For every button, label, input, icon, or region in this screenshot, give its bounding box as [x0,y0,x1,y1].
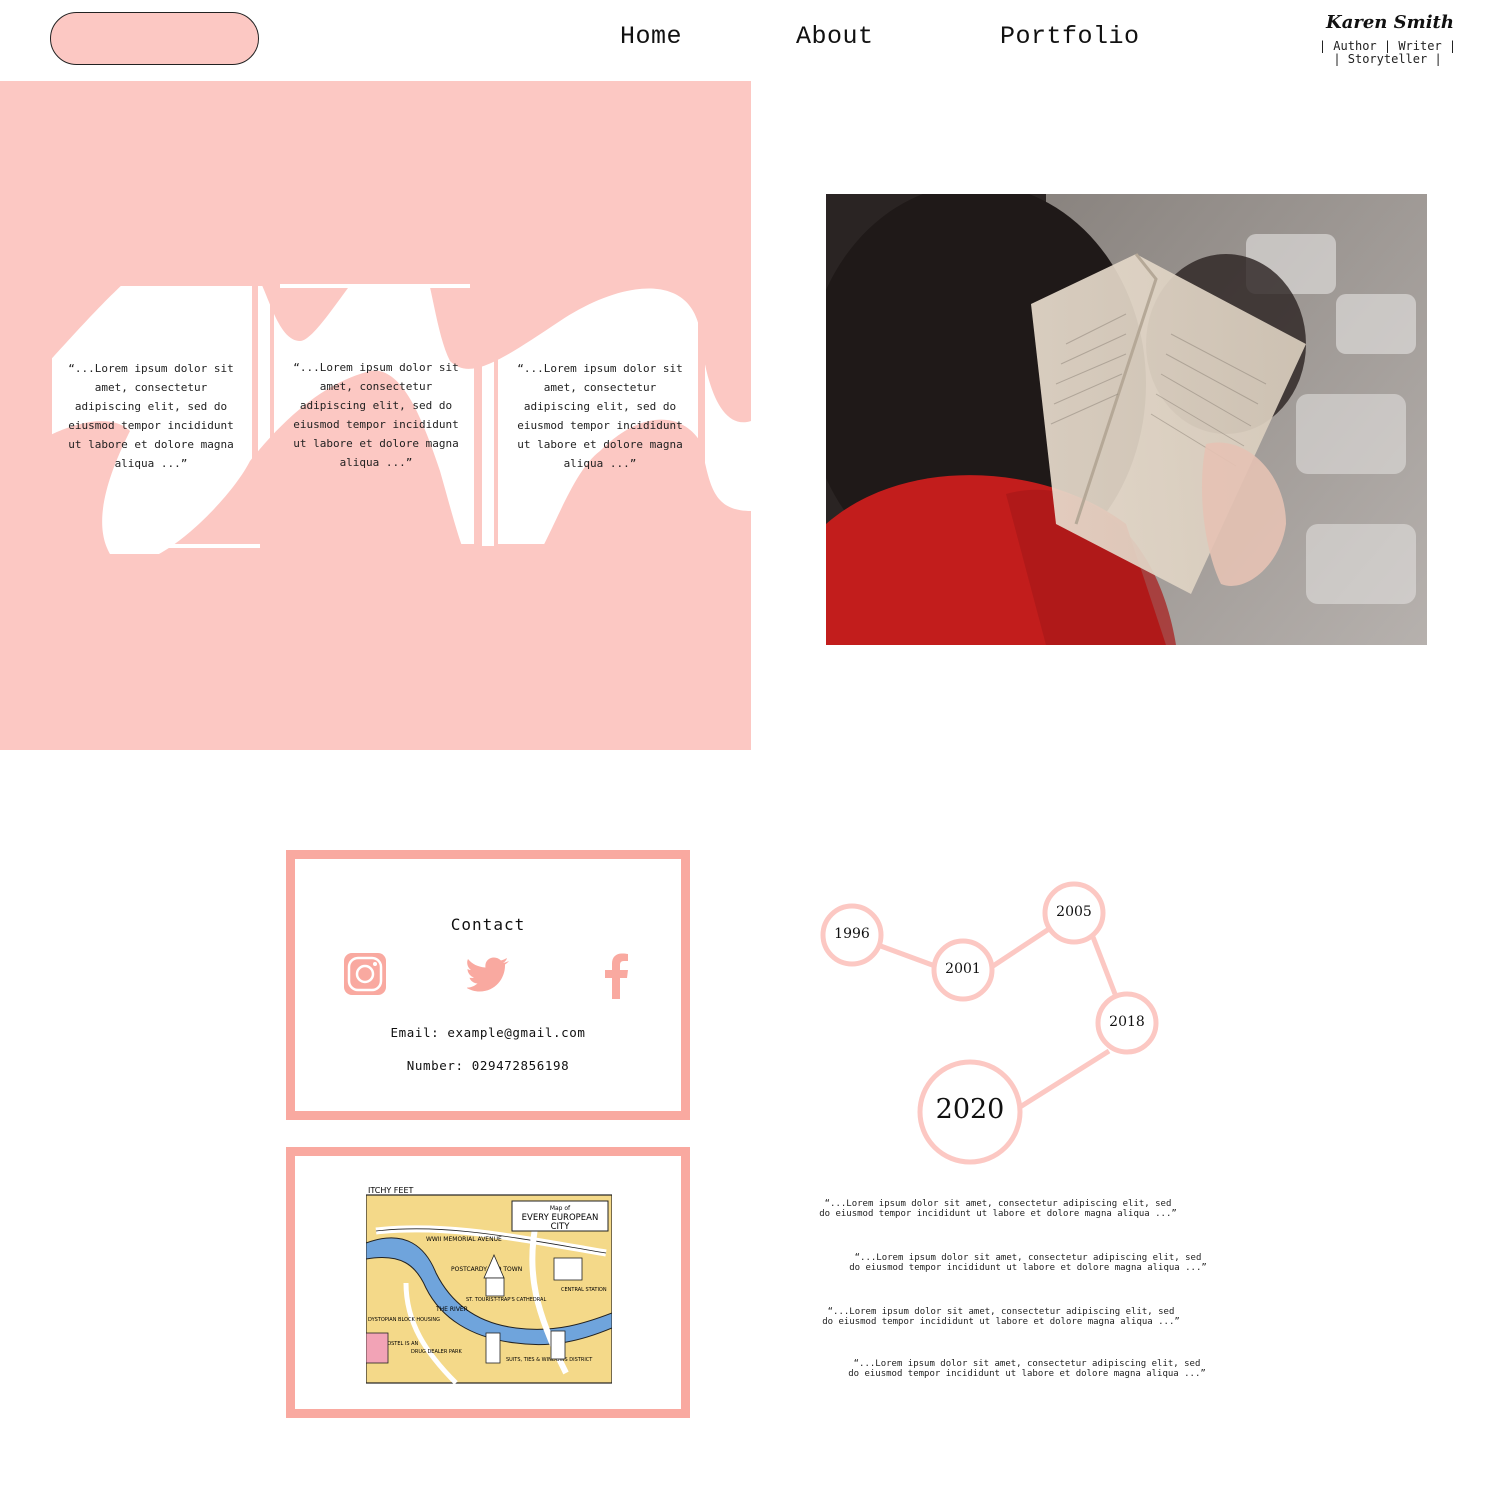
hero-photo-reading [826,194,1427,645]
contact-title: Contact [450,915,526,934]
timeline-year-2001: 2001 [945,961,981,977]
logo-pill[interactable] [50,12,259,65]
timeline-entry-4: “...Lorem ipsum dolor sit amet, consecte… [848,1359,1206,1379]
timeline-year-2020: 2020 [935,1094,1005,1125]
card-divider-1 [258,286,270,466]
quote-card-1: “...Lorem ipsum dolor sit amet, consecte… [68,362,234,470]
quote-card-3: “...Lorem ipsum dolor sit amet, consecte… [517,362,683,470]
timeline-entry-1: “...Lorem ipsum dolor sit amet, consecte… [819,1199,1177,1219]
map-label-station: CENTRAL STATION [561,1287,607,1293]
timeline-year-1996: 1996 [834,926,870,942]
nav-home[interactable]: Home [620,22,682,51]
map-title-small: Map of [550,1205,571,1212]
map-label-park: DRUG DEALER PARK [411,1349,462,1355]
map-label-avenue: WWII MEMORIAL AVENUE [426,1236,502,1243]
map-label-housing: DYSTOPIAN BLOCK HOUSING [368,1317,440,1323]
timeline-year-2018: 2018 [1109,1014,1145,1030]
city-map-illustration: Map of EVERY EUROPEAN CITY ITCHY FEET WW… [366,1183,612,1387]
timeline-year-2005: 2005 [1056,904,1092,920]
instagram-icon[interactable] [343,952,387,996]
map-label-cathedral: ST. TOURIST-TRAP'S CATHEDRAL [466,1297,546,1303]
map-card: Map of EVERY EUROPEAN CITY ITCHY FEET WW… [286,1147,690,1418]
map-label-river: THE RIVER [435,1306,468,1313]
facebook-icon[interactable] [603,953,629,999]
card-edge-3 [110,544,260,548]
contact-card: Contact Email: example@gmail.com Number:… [286,850,690,1120]
brand-name: Karen Smith [1326,12,1454,33]
quote-card-2: “...Lorem ipsum dolor sit amet, consecte… [293,361,459,469]
map-title-big-2: CITY [551,1222,571,1232]
nav-portfolio[interactable]: Portfolio [1000,22,1140,51]
timeline-entry-3: “...Lorem ipsum dolor sit amet, consecte… [822,1307,1180,1327]
card-edge-2 [280,284,470,288]
contact-number: Number: 029472856198 [406,1058,570,1073]
reading-photo-illustration [826,194,1427,645]
timeline-entry-2: “...Lorem ipsum dolor sit amet, consecte… [849,1253,1207,1273]
hero-panel: “...Lorem ipsum dolor sit amet, consecte… [0,81,751,750]
map-label-district: SUITS, TIES & WINDOWS DISTRICT [506,1357,593,1363]
brand-tagline: | Author | Writer | | Storyteller | [1310,40,1465,66]
brand-tagline-line2: | Storyteller | [1333,52,1442,66]
contact-email: Email: example@gmail.com [390,1025,586,1040]
nav-about[interactable]: About [796,22,874,51]
map-header-left: ITCHY FEET [368,1186,414,1195]
twitter-icon[interactable] [466,955,511,995]
